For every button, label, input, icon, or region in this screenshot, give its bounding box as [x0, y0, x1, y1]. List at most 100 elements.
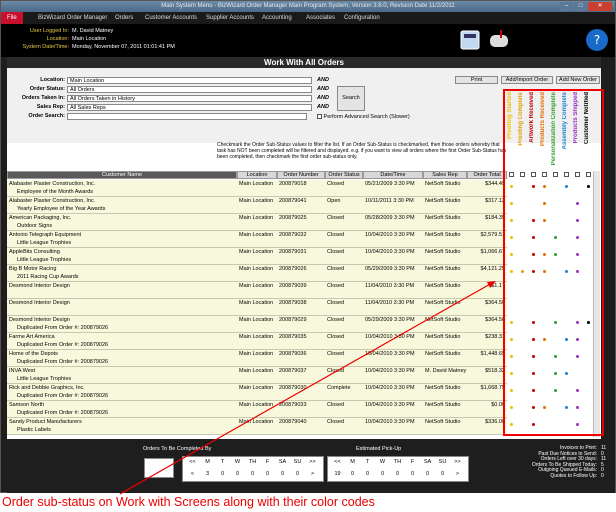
substatus-filter-checkbox[interactable] — [520, 172, 525, 177]
calendar-day-header[interactable]: M — [200, 459, 215, 465]
substatus-filter-checkbox[interactable] — [542, 172, 547, 177]
calendar-day-header[interactable]: << — [330, 459, 345, 465]
calendar-count[interactable]: 0 — [375, 471, 390, 477]
add-import-order-button[interactable]: Add/Import Order — [501, 76, 553, 84]
table-row[interactable]: Rick and Debbie Graphics, Inc. Main Locat… — [7, 384, 507, 401]
menu-associates[interactable]: Associates — [306, 12, 335, 24]
menu-supplier-accounts[interactable]: Supplier Accounts — [206, 12, 254, 24]
calendar-count[interactable]: 0 — [405, 471, 420, 477]
substatus-filter-checkbox[interactable] — [553, 172, 558, 177]
calendar-count[interactable]: 0 — [260, 471, 275, 477]
calendar-day-header[interactable]: W — [375, 459, 390, 465]
row-datetime: 05/21/2009 3:30 PM — [365, 181, 415, 187]
calendar-day-header[interactable]: SA — [420, 459, 435, 465]
table-row[interactable]: Antonio Telegraph Equipment Main Location… — [7, 231, 507, 248]
calendar-count[interactable]: 0 — [230, 471, 245, 477]
table-row[interactable]: INVA West Main Location 200879037 Closed 10/… — [7, 367, 507, 384]
calendar-count[interactable]: < — [185, 471, 200, 477]
row-sales-rep: NetSoft Studio — [425, 249, 461, 255]
menu-configuration[interactable]: Configuration — [344, 12, 380, 24]
calendar-count[interactable]: 3 — [200, 471, 215, 477]
sales-rep-select[interactable]: All Sales Reps — [67, 104, 312, 111]
orders-taken-select[interactable]: All Orders Taken in History — [67, 95, 312, 102]
print-button[interactable]: Print — [455, 76, 498, 84]
refresh-statistics-button[interactable]: Refresh Statistics — [144, 458, 174, 478]
menu-order-manager[interactable]: BizWizard Order Manager — [38, 12, 107, 24]
calendar-day-header[interactable]: F — [405, 459, 420, 465]
menu-orders[interactable]: Orders — [115, 12, 133, 24]
substatus-filter-checkbox[interactable] — [586, 172, 591, 177]
mailbox-icon[interactable] — [487, 27, 513, 53]
table-row[interactable]: Sandy Product Manufacturers Main Location… — [7, 418, 507, 435]
calendar-day-header[interactable]: SU — [290, 459, 305, 465]
calendar-count[interactable]: 0 — [435, 471, 450, 477]
table-row[interactable]: Big B Motor Racing Main Location 200879026… — [7, 265, 507, 282]
close-button[interactable]: ✕ — [588, 2, 612, 11]
col-datetime[interactable]: Date/Time — [363, 171, 423, 179]
calendar-count[interactable]: 0 — [345, 471, 360, 477]
table-row[interactable]: American Packaging, Inc. Main Location 200… — [7, 214, 507, 231]
menu-accounting[interactable]: Accounting — [262, 12, 292, 24]
menu-customer-accounts[interactable]: Customer Accounts — [145, 12, 197, 24]
calendar-count[interactable]: 0 — [360, 471, 375, 477]
calendar-day-header[interactable]: W — [230, 459, 245, 465]
calendar-day-header[interactable]: T — [360, 459, 375, 465]
table-row[interactable]: Samson North Main Location 200879033 Closed… — [7, 401, 507, 418]
calendar-day-header[interactable]: TH — [390, 459, 405, 465]
maximize-button[interactable]: □ — [574, 2, 587, 11]
col-location[interactable]: Location — [237, 171, 277, 179]
substatus-dot — [510, 236, 513, 239]
calendar-day-header[interactable]: F — [260, 459, 275, 465]
substatus-filter-checkbox[interactable] — [531, 172, 536, 177]
calendar-day-header[interactable]: >> — [450, 459, 465, 465]
row-sales-rep: NetSoft Studio — [425, 181, 461, 187]
col-order-total[interactable]: Order Total — [467, 171, 507, 179]
help-icon[interactable]: ? — [583, 26, 611, 54]
minimize-button[interactable]: – — [560, 2, 573, 11]
table-row[interactable]: Alabaster Plaster Construction, Inc. Main… — [7, 197, 507, 214]
calendar-count[interactable]: 0 — [390, 471, 405, 477]
col-order-number[interactable]: Order Number — [277, 171, 325, 179]
table-row[interactable]: Desmond Interior Design Main Location 2008… — [7, 299, 507, 316]
calendar-count[interactable]: 0 — [420, 471, 435, 477]
add-new-order-button[interactable]: Add New Order — [556, 76, 600, 84]
advanced-search-option[interactable]: Perform Advanced Search (Slower) — [317, 114, 410, 120]
calendar-day-header[interactable]: >> — [305, 459, 320, 465]
calendar-count[interactable]: > — [450, 471, 465, 477]
table-row[interactable]: Desmond Interior Design Main Location 2008… — [7, 316, 507, 333]
menu-file[interactable]: File — [1, 12, 23, 24]
order-search-input[interactable] — [67, 113, 307, 120]
advanced-search-checkbox[interactable] — [317, 114, 322, 120]
calendar-count[interactable]: 19 — [330, 471, 345, 477]
substatus-dot — [510, 406, 513, 409]
calendar-count[interactable]: 0 — [245, 471, 260, 477]
col-customer-name[interactable]: Customer Name — [7, 171, 237, 179]
order-status-select[interactable]: All Orders — [67, 86, 312, 93]
table-row[interactable]: AppleBits Consulting Main Location 2008790… — [7, 248, 507, 265]
location-select[interactable]: Main Location — [67, 77, 312, 84]
calendar-day-header[interactable]: T — [215, 459, 230, 465]
calculator-icon[interactable] — [459, 29, 481, 51]
calendar-day-header[interactable]: SU — [435, 459, 450, 465]
calendar-count[interactable]: > — [305, 471, 320, 477]
calendar-count[interactable]: 0 — [215, 471, 230, 477]
table-row[interactable]: Home of the Depots Main Location 200879036… — [7, 350, 507, 367]
calendar-count[interactable]: 0 — [275, 471, 290, 477]
pickup-calendar[interactable]: << M T W TH F SA SU >> 19 0 0 0 0 0 0 0 > — [327, 456, 469, 482]
calendar-day-header[interactable]: M — [345, 459, 360, 465]
substatus-filter-checkbox[interactable] — [509, 172, 514, 177]
col-sales-rep[interactable]: Sales Rep — [423, 171, 467, 179]
calendar-day-header[interactable]: SA — [275, 459, 290, 465]
search-button[interactable]: Search — [337, 86, 365, 111]
col-order-status[interactable]: Order Status — [325, 171, 363, 179]
table-row[interactable]: Desmond Interior Design Main Location 2008… — [7, 282, 507, 299]
substatus-filter-checkbox[interactable] — [564, 172, 569, 177]
counter-row[interactable]: Quotes to Follow Up: 0 — [501, 473, 613, 480]
table-row[interactable]: Farme Art America Main Location 200879035 C… — [7, 333, 507, 350]
calendar-count[interactable]: 0 — [290, 471, 305, 477]
completed-by-calendar[interactable]: << M T W TH F SA SU >> <3 0 0 0 0 0 0 > — [182, 456, 324, 482]
substatus-filter-checkbox[interactable] — [575, 172, 580, 177]
calendar-day-header[interactable]: << — [185, 459, 200, 465]
calendar-day-header[interactable]: TH — [245, 459, 260, 465]
table-row[interactable]: Alabaster Plaster Construction, Inc. Main… — [7, 180, 507, 197]
